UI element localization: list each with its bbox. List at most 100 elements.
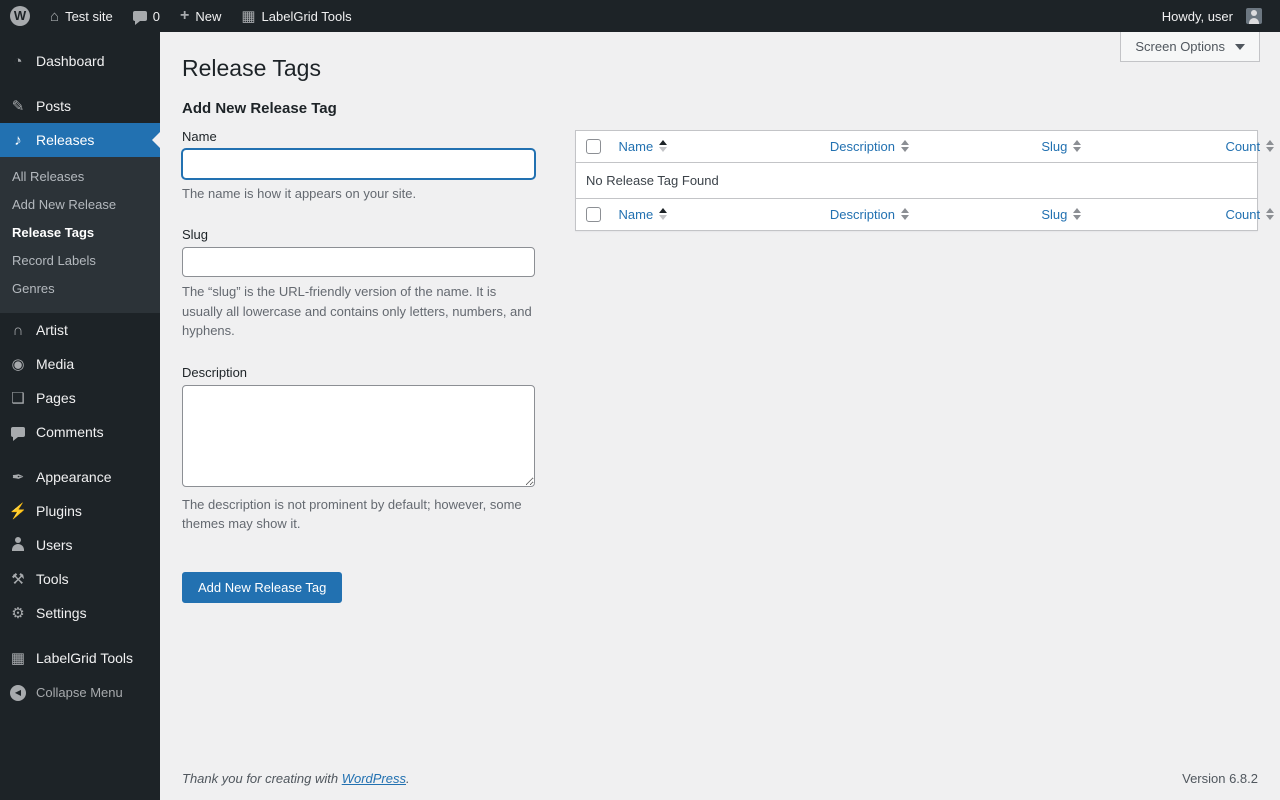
sort-by-description-header[interactable]: Description <box>830 139 909 154</box>
sort-by-count-header[interactable]: Count <box>1225 207 1274 222</box>
sidebar-item-users[interactable]: Users <box>0 528 160 562</box>
menu-separator <box>0 78 160 89</box>
sort-by-slug-header[interactable]: Slug <box>1041 207 1081 222</box>
admin-sidebar: ◔ Dashboard ✎ Posts ♪ Releases All Relea… <box>0 32 160 800</box>
wordpress-logo-icon: W <box>10 6 30 26</box>
sidebar-item-label: Pages <box>36 390 76 406</box>
submenu-item-record-labels[interactable]: Record Labels <box>0 247 160 275</box>
sidebar-item-tools[interactable]: ⚒ Tools <box>0 562 160 596</box>
headphones-icon: ∩ <box>8 323 28 338</box>
table-footer-row: Name Description Slug <box>576 198 1258 230</box>
select-all-checkbox[interactable] <box>586 207 601 222</box>
user-avatar <box>1246 8 1262 24</box>
sidebar-item-label: Releases <box>36 132 94 148</box>
sort-by-name-header[interactable]: Name <box>619 139 668 154</box>
wordpress-link[interactable]: WordPress <box>342 771 406 786</box>
sidebar-item-label: Posts <box>36 98 71 114</box>
sort-indicator <box>1073 208 1081 220</box>
empty-message: No Release Tag Found <box>576 162 1258 198</box>
slug-input[interactable] <box>182 247 535 277</box>
settings-icon: ⚙ <box>8 606 28 621</box>
screen-options-label: Screen Options <box>1135 39 1225 54</box>
comments-menu[interactable]: 0 <box>123 0 170 32</box>
submenu-item-all-releases[interactable]: All Releases <box>0 163 160 191</box>
sidebar-item-label: Appearance <box>36 469 112 485</box>
person-icon <box>8 536 28 555</box>
chevron-down-icon <box>1235 44 1245 50</box>
comment-bubble-icon <box>8 425 28 440</box>
camera-icon: ◉ <box>8 357 28 372</box>
version-label: Version 6.8.2 <box>1182 771 1258 786</box>
sidebar-item-appearance[interactable]: ✒ Appearance <box>0 460 160 494</box>
grid-icon: ▦ <box>241 9 255 24</box>
empty-table-row: No Release Tag Found <box>576 162 1258 198</box>
grid-icon: ▦ <box>8 651 28 666</box>
sidebar-item-dashboard[interactable]: ◔ Dashboard <box>0 44 160 78</box>
form-heading: Add New Release Tag <box>182 100 535 117</box>
sidebar-item-settings[interactable]: ⚙ Settings <box>0 596 160 630</box>
admin-bar: W ⌂ Test site 0 + New ▦ LabelGrid Tools … <box>0 0 1280 32</box>
main-content: Screen Options Release Tags Add New Rele… <box>160 0 1280 800</box>
sidebar-item-artist[interactable]: ∩ Artist <box>0 313 160 347</box>
plugin-icon: ⚡ <box>8 504 28 519</box>
comment-bubble-icon <box>133 11 147 21</box>
sort-indicator <box>1266 208 1274 220</box>
admin-footer: Thank you for creating with WordPress. V… <box>160 757 1280 800</box>
sidebar-item-label: Tools <box>36 571 69 587</box>
labelgrid-label: LabelGrid Tools <box>262 9 352 24</box>
footer-thanks: Thank you for creating with WordPress. <box>182 771 410 786</box>
sort-indicator <box>1266 140 1274 152</box>
sort-by-slug-header[interactable]: Slug <box>1041 139 1081 154</box>
sidebar-item-label: LabelGrid Tools <box>36 650 133 666</box>
sidebar-item-releases[interactable]: ♪ Releases <box>0 123 160 157</box>
select-all-checkbox[interactable] <box>586 139 601 154</box>
wordpress-logo-menu[interactable]: W <box>0 0 40 32</box>
collapse-arrow-icon: ◀ <box>8 683 28 701</box>
labelgrid-tools-menu[interactable]: ▦ LabelGrid Tools <box>231 0 361 32</box>
dashboard-icon: ◔ <box>8 54 28 69</box>
sidebar-item-collapse-menu[interactable]: ◀ Collapse Menu <box>0 675 160 709</box>
new-content-menu[interactable]: + New <box>170 0 231 32</box>
site-name-label: Test site <box>65 9 113 24</box>
sidebar-item-posts[interactable]: ✎ Posts <box>0 89 160 123</box>
site-name-menu[interactable]: ⌂ Test site <box>40 0 123 32</box>
slug-help-text: The “slug” is the URL-friendly version o… <box>182 282 535 341</box>
screen-options-button[interactable]: Screen Options <box>1120 32 1260 62</box>
plus-icon: + <box>180 7 189 25</box>
add-tag-form: Add New Release Tag Name The name is how… <box>182 84 535 603</box>
sort-indicator <box>901 140 909 152</box>
description-textarea[interactable] <box>182 385 535 487</box>
submenu-item-release-tags[interactable]: Release Tags <box>0 219 160 247</box>
sidebar-item-pages[interactable]: ❑ Pages <box>0 381 160 415</box>
brush-icon: ✒ <box>8 470 28 485</box>
sort-indicator <box>659 208 667 220</box>
sort-by-name-header[interactable]: Name <box>619 207 668 222</box>
pushpin-icon: ✎ <box>8 99 28 114</box>
tags-table: Name Description Slug <box>575 130 1258 231</box>
slug-label: Slug <box>182 227 535 242</box>
sidebar-item-media[interactable]: ◉ Media <box>0 347 160 381</box>
page-title: Release Tags <box>182 54 1258 84</box>
sidebar-item-label: Plugins <box>36 503 82 519</box>
pages-icon: ❑ <box>8 391 28 406</box>
sort-by-description-header[interactable]: Description <box>830 207 909 222</box>
releases-submenu: All Releases Add New Release Release Tag… <box>0 157 160 313</box>
home-icon: ⌂ <box>50 9 59 24</box>
name-input[interactable] <box>182 149 535 179</box>
comments-count: 0 <box>153 9 160 24</box>
sidebar-item-label: Dashboard <box>36 53 105 69</box>
sidebar-item-label: Users <box>36 537 73 553</box>
sort-by-count-header[interactable]: Count <box>1225 139 1274 154</box>
tags-table-container: Name Description Slug <box>575 130 1258 231</box>
sidebar-item-plugins[interactable]: ⚡ Plugins <box>0 494 160 528</box>
sidebar-item-comments[interactable]: Comments <box>0 415 160 449</box>
submenu-item-genres[interactable]: Genres <box>0 275 160 303</box>
wrench-icon: ⚒ <box>8 572 28 587</box>
sidebar-item-labelgrid-tools[interactable]: ▦ LabelGrid Tools <box>0 641 160 675</box>
sidebar-item-label: Media <box>36 356 74 372</box>
menu-separator <box>0 630 160 641</box>
sort-indicator <box>659 140 667 152</box>
my-account-menu[interactable]: Howdy, user <box>1152 0 1272 32</box>
submenu-item-add-new-release[interactable]: Add New Release <box>0 191 160 219</box>
add-new-release-tag-button[interactable]: Add New Release Tag <box>182 572 342 603</box>
